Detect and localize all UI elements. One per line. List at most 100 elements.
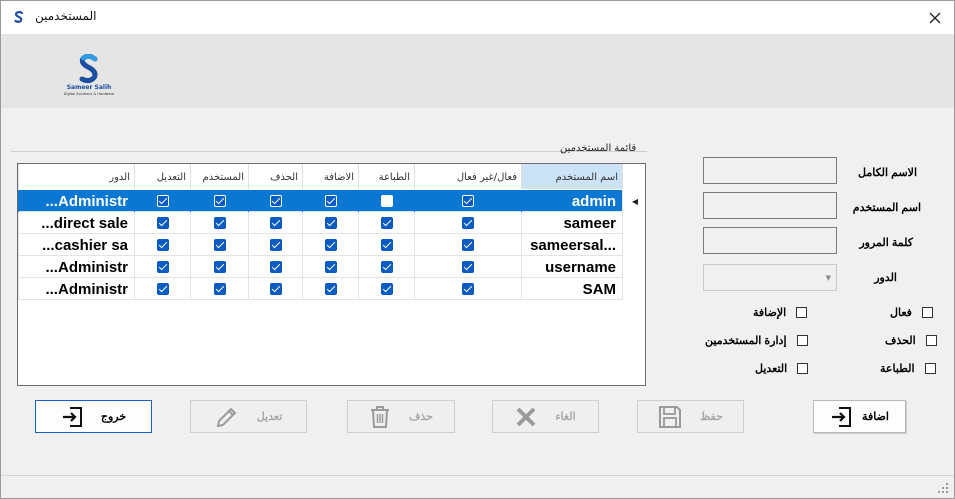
print-checkbox-icon[interactable] [380,261,393,273]
edit-button[interactable]: تعديل [190,400,307,433]
print-checkbox-icon[interactable] [380,239,393,251]
edit-cell[interactable] [134,212,190,234]
print-permission-checkbox[interactable]: الطباعة [880,362,936,375]
print-checkbox-icon[interactable] [380,195,393,207]
delete-checkbox-icon[interactable] [269,239,282,251]
delete-checkbox-icon[interactable] [269,283,282,295]
row-header[interactable] [622,278,645,300]
save-button[interactable]: حفظ [637,400,744,433]
edit-checkbox-icon[interactable] [156,239,169,251]
fullname-field[interactable] [703,157,837,184]
grid-header-active[interactable]: فعال/غير فعال [414,164,521,189]
active-cell[interactable] [414,256,521,278]
role-cell[interactable]: direct sale... [18,212,134,234]
role-select[interactable]: ▼ [703,264,837,291]
active-checkbox-box[interactable] [921,307,933,318]
add-checkbox-icon[interactable] [324,239,337,251]
users-cell[interactable] [190,256,248,278]
delete-checkbox-icon[interactable] [269,261,282,273]
username-field[interactable] [703,192,837,219]
role-cell[interactable]: Administr... [18,256,134,278]
resize-grip-icon[interactable] [938,483,948,493]
edit-checkbox-icon[interactable] [156,217,169,229]
role-cell[interactable]: cashier sa... [18,234,134,256]
add-checkbox-icon[interactable] [324,217,337,229]
delete-cell[interactable] [248,190,302,212]
add-checkbox-icon[interactable] [324,195,337,207]
role-cell[interactable]: Administr... [18,190,134,212]
edit-cell[interactable] [134,190,190,212]
add-checkbox-icon[interactable] [324,261,337,273]
active-cell[interactable] [414,234,521,256]
users-cell[interactable] [190,190,248,212]
delete-checkbox-icon[interactable] [269,195,282,207]
manage-users-permission-checkbox[interactable]: إدارة المستخدمين [705,334,808,347]
active-cell[interactable] [414,212,521,234]
grid-header-users[interactable]: المستخدم [190,164,248,189]
grid-header-add[interactable]: الاضافة [302,164,358,189]
delete-checkbox-icon[interactable] [269,217,282,229]
add-permission-box[interactable] [796,307,808,318]
users-checkbox-icon[interactable] [213,195,226,207]
grid-header-edit[interactable]: التعديل [134,164,190,189]
edit-permission-box[interactable] [797,363,809,374]
delete-cell[interactable] [248,234,302,256]
add-cell[interactable] [302,190,358,212]
table-row[interactable]: cashier sa... sameersal... [18,234,645,256]
users-cell[interactable] [190,212,248,234]
print-cell[interactable] [358,278,414,300]
print-permission-box[interactable] [924,363,936,374]
exit-button[interactable]: خروج [35,400,152,433]
users-grid[interactable]: الدور التعديل المستخدم الحذف الاضافة الطباعة ف… [17,163,646,386]
table-row[interactable]: Administr... username [18,256,645,278]
active-cell[interactable] [414,278,521,300]
delete-cell[interactable] [248,278,302,300]
active-checkbox-icon[interactable] [462,239,474,251]
print-cell[interactable] [358,256,414,278]
active-checkbox-icon[interactable] [462,217,474,229]
users-checkbox-icon[interactable] [213,217,226,229]
delete-cell[interactable] [248,212,302,234]
print-cell[interactable] [358,190,414,212]
grid-header-print[interactable]: الطباعة [358,164,414,189]
add-cell[interactable] [302,256,358,278]
edit-checkbox-icon[interactable] [156,261,169,273]
active-checkbox[interactable]: فعال [890,306,933,319]
active-cell[interactable] [414,190,521,212]
username-cell[interactable]: sameer [521,212,622,234]
table-row[interactable]: direct sale... sameer [18,212,645,234]
users-checkbox-icon[interactable] [213,261,226,273]
print-cell[interactable] [358,212,414,234]
delete-permission-box[interactable] [925,335,937,346]
table-row[interactable]: Administr... SAM [18,278,645,300]
add-checkbox-icon[interactable] [324,283,337,295]
add-cell[interactable] [302,234,358,256]
edit-cell[interactable] [134,256,190,278]
cancel-button[interactable]: الغاء [492,400,599,433]
print-checkbox-icon[interactable] [380,217,393,229]
delete-button[interactable]: حذف [347,400,455,433]
edit-cell[interactable] [134,278,190,300]
row-header[interactable] [622,234,645,256]
print-checkbox-icon[interactable] [380,283,393,295]
row-header[interactable] [622,256,645,278]
edit-checkbox-icon[interactable] [156,283,169,295]
username-cell[interactable]: username [521,256,622,278]
table-row[interactable]: Administr... admin ◀ [18,190,645,212]
role-cell[interactable]: Administr... [18,278,134,300]
delete-permission-checkbox[interactable]: الحذف [885,334,937,347]
edit-permission-checkbox[interactable]: التعديل [755,362,809,375]
active-checkbox-icon[interactable] [462,195,474,207]
edit-cell[interactable] [134,234,190,256]
users-checkbox-icon[interactable] [213,239,226,251]
grid-header-delete[interactable]: الحذف [248,164,302,189]
username-cell[interactable]: sameersal... [521,234,622,256]
active-checkbox-icon[interactable] [462,261,474,273]
active-checkbox-icon[interactable] [462,283,474,295]
close-button[interactable] [922,5,948,31]
password-field[interactable] [703,227,837,254]
delete-cell[interactable] [248,256,302,278]
users-cell[interactable] [190,278,248,300]
grid-header-username[interactable]: اسم المستخدم [521,164,622,189]
print-cell[interactable] [358,234,414,256]
